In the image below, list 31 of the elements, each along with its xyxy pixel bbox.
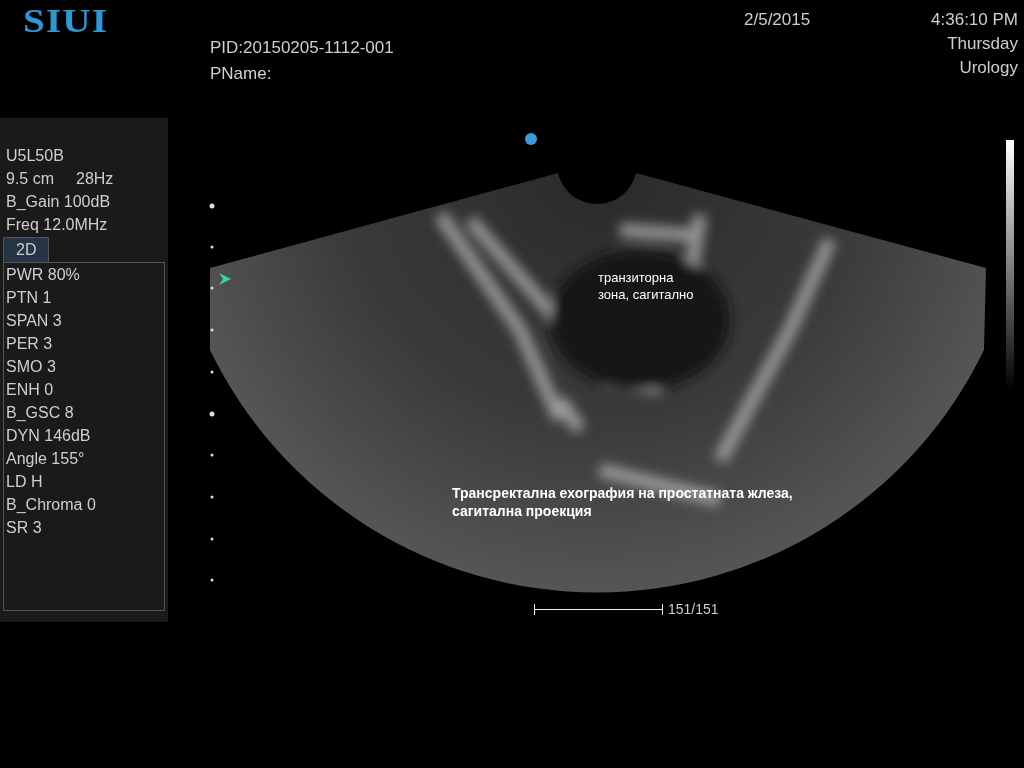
parameter-value: PTN 1 [6, 289, 52, 306]
gain-value: B_Gain 100dB [6, 193, 111, 210]
image-label: транзиторна зона, сагитално [598, 269, 694, 303]
parameter-value: PER 3 [6, 335, 53, 352]
parameter-value: SPAN 3 [6, 312, 62, 329]
frame-rate: 28Hz [76, 169, 114, 189]
probe-model: U5L50B [6, 147, 64, 164]
parameter-value: B_GSC 8 [6, 404, 74, 421]
depth-value: 9.5 cm [6, 169, 54, 189]
cine-slider[interactable] [534, 604, 662, 615]
patient-name-label: PName: [210, 64, 273, 84]
frequency-value: Freq 12.0MHz [6, 216, 108, 233]
patient-id: PID:20150205-1112-001 [210, 38, 395, 58]
mode-tab[interactable]: 2D [3, 237, 50, 262]
frame-counter: 151/151 [668, 601, 719, 617]
parameter-value: LD H [6, 473, 43, 490]
time: 4:36:10 PM [931, 10, 1018, 30]
parameter-value: SR 3 [6, 519, 42, 536]
focus-pointer-icon [219, 273, 231, 285]
exam-type: Urology [959, 58, 1018, 78]
weekday: Thursday [947, 34, 1018, 54]
parameter-value: PWR 80% [6, 266, 80, 283]
parameter-value: DYN 146dB [6, 427, 91, 444]
parameter-value: Angle 155° [6, 450, 85, 467]
parameter-value: SMO 3 [6, 358, 56, 375]
parameter-value: ENH 0 [6, 381, 54, 398]
focus-dot-icon [525, 133, 537, 145]
image-caption: Трансректална ехография на простатната жлеза, сагитална проекция [452, 484, 793, 520]
date: 2/5/2015 [744, 10, 811, 29]
parameter-value: B_Chroma 0 [6, 496, 96, 513]
brand-logo: SIUI [22, 1, 110, 40]
